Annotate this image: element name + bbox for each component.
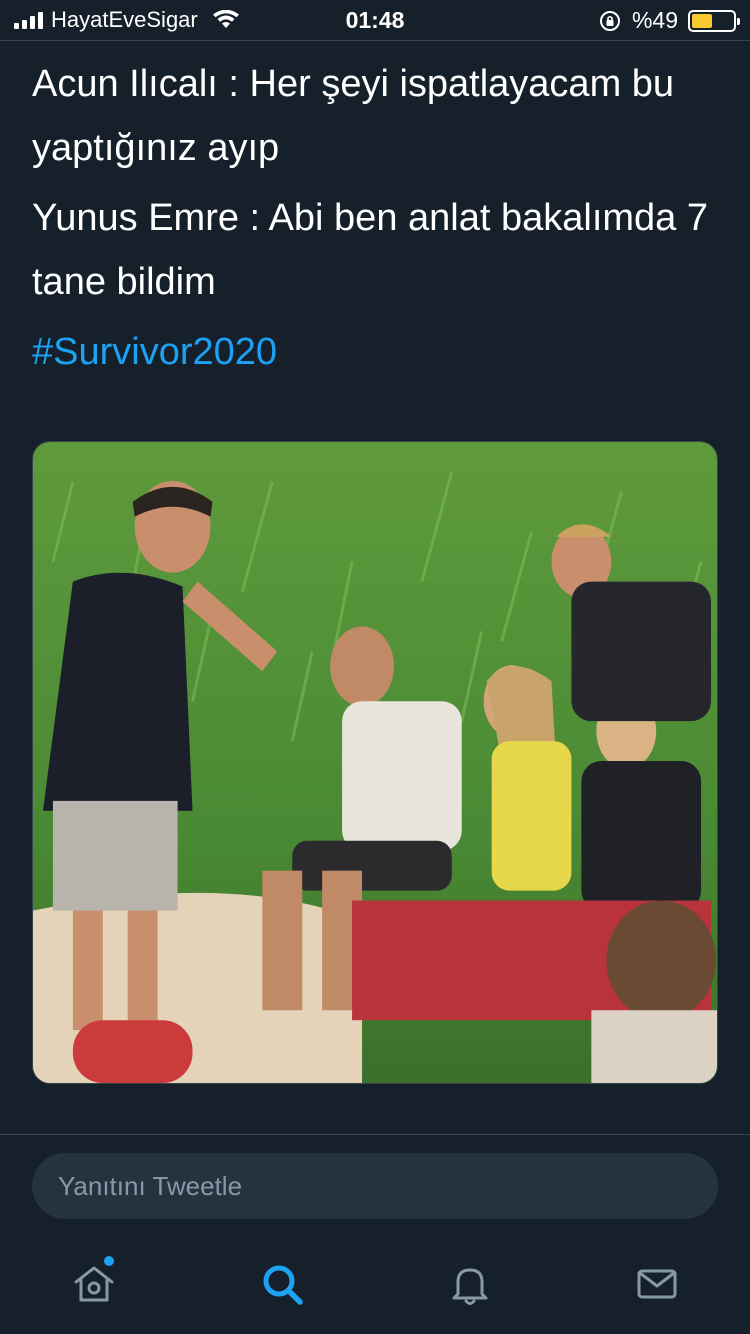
battery-fill	[692, 13, 712, 28]
top-divider	[0, 40, 750, 41]
tab-home[interactable]	[70, 1260, 118, 1308]
battery-icon	[688, 9, 740, 32]
tweet-paragraph: Yunus Emre : Abi ben anlat bakalımda 7 t…	[32, 197, 708, 303]
notifications-icon	[452, 1268, 488, 1305]
tweet-text: Acun Ilıcalı : Her şeyi ispatlayacam bu …	[32, 52, 722, 384]
tab-search[interactable]	[258, 1260, 306, 1308]
photo-illustration	[33, 442, 717, 1083]
reply-placeholder: Yanıtını Tweetle	[58, 1170, 243, 1201]
battery-percent: %49	[631, 7, 678, 33]
reply-divider	[0, 1134, 750, 1135]
hashtag-link[interactable]: #Survivor2020	[32, 320, 722, 384]
search-icon	[263, 1265, 303, 1305]
status-bar-right: %49	[598, 7, 740, 34]
tweet-paragraph: Acun Ilıcalı : Her şeyi ispatlayacam bu …	[32, 63, 675, 169]
tab-messages[interactable]	[633, 1260, 681, 1308]
messages-icon	[637, 1269, 677, 1299]
status-bar: HayatEveSigar 01:48 %49	[0, 0, 750, 40]
rotation-lock-icon	[599, 10, 620, 31]
reply-input[interactable]: Yanıtını Tweetle	[32, 1153, 718, 1219]
home-icon	[74, 1266, 114, 1302]
tweet-photo[interactable]	[32, 441, 718, 1084]
tab-bar	[0, 1240, 750, 1334]
tab-notifications[interactable]	[446, 1260, 494, 1308]
new-content-dot	[104, 1256, 114, 1266]
